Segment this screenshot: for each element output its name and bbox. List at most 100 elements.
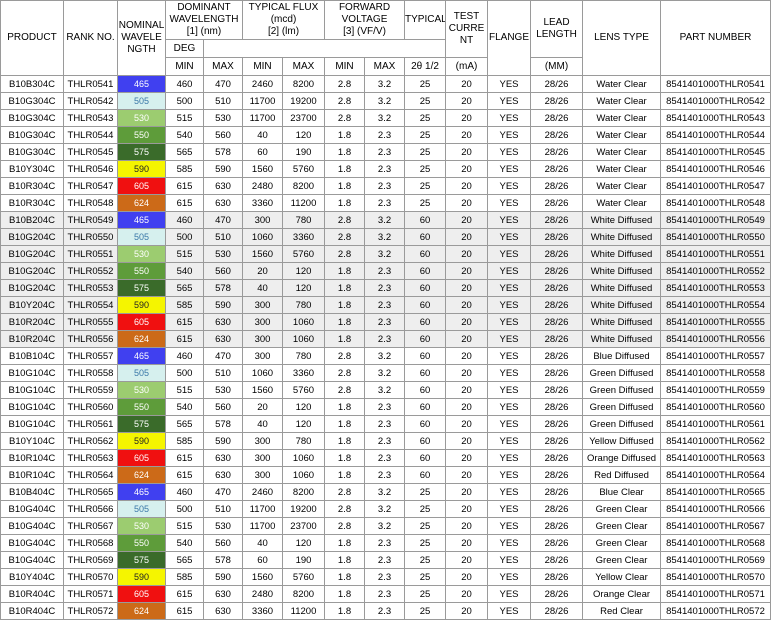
flange-cell: YES — [487, 432, 532, 450]
flux-min-cell: 300 — [242, 313, 283, 331]
angle-cell: 25 — [404, 75, 447, 93]
dominant-min-cell: 615 — [165, 585, 204, 603]
voltage-max-cell: 3.2 — [363, 517, 406, 535]
dominant-min-cell: 460 — [165, 347, 204, 365]
angle-cell: 25 — [404, 551, 447, 569]
current-cell: 20 — [445, 75, 489, 93]
product-cell: B10G304C — [0, 92, 64, 110]
lead-length-cell: 28/26 — [530, 194, 584, 212]
dominant-max-cell: 530 — [203, 381, 243, 399]
product-cell: B10R104C — [0, 449, 64, 467]
flux-max-cell: 5760 — [282, 245, 325, 263]
part-number-cell: 8541401000THLR0558 — [660, 364, 771, 382]
flux-min-cell: 1560 — [242, 245, 283, 263]
flange-cell: YES — [487, 211, 532, 229]
part-number-header: PART NUMBER — [660, 0, 771, 76]
flange-cell: YES — [487, 517, 532, 535]
lead-length-cell: 28/26 — [530, 347, 584, 365]
table-row: B10G304C THLR0545 575 565 578 60 190 1.8 2.3 25 20… — [0, 143, 771, 161]
voltage-min-cell: 2.8 — [324, 228, 365, 246]
flux-max-cell: 1060 — [282, 466, 325, 484]
rank-cell: THLR0567 — [63, 517, 118, 535]
part-number-cell: 8541401000THLR0571 — [660, 585, 771, 603]
lens-type-cell: White Diffused — [582, 330, 662, 348]
product-cell: B10G304C — [0, 109, 64, 127]
lead-length-cell: 28/26 — [530, 279, 584, 297]
voltage-min-cell: 1.8 — [324, 279, 365, 297]
lead-length-cell: 28/26 — [530, 398, 584, 416]
voltage-max-cell: 2.3 — [363, 415, 406, 433]
voltage-max-cell: 2.3 — [363, 602, 406, 620]
table-row: B10R304C THLR0548 624 615 630 3360 11200 1.8 2.3… — [0, 194, 771, 212]
voltage-max-cell: 2.3 — [363, 466, 406, 484]
wavelength-swatch: 590 — [117, 568, 166, 586]
dominant-min-cell: 460 — [165, 483, 204, 501]
table-row: B10B304C THLR0541 465 460 470 2460 8200 2.8 3.2 2… — [0, 75, 771, 93]
flux-min-cell: 1560 — [242, 160, 283, 178]
flux-max-cell: 3360 — [282, 364, 325, 382]
angle-cell: 60 — [404, 330, 447, 348]
flux-min-cell: 2480 — [242, 177, 283, 195]
flux-min-cell: 300 — [242, 347, 283, 365]
current-cell: 20 — [445, 177, 489, 195]
part-number-cell: 8541401000THLR0557 — [660, 347, 771, 365]
flux-min-cell: 40 — [242, 126, 283, 144]
typical-angle-symbol: 2θ 1/2 — [404, 57, 447, 76]
angle-cell: 25 — [404, 160, 447, 178]
lens-type-cell: Green Diffused — [582, 398, 662, 416]
table-row: B10G404C THLR0569 575 565 578 60 190 1.8 2.3 25 20… — [0, 551, 771, 569]
wavelength-swatch: 624 — [117, 602, 166, 620]
flux-max-cell: 11200 — [282, 194, 325, 212]
lead-length-cell: 28/26 — [530, 534, 584, 552]
wavelength-swatch: 465 — [117, 347, 166, 365]
voltage-max-cell: 2.3 — [363, 126, 406, 144]
part-number-cell: 8541401000THLR0567 — [660, 517, 771, 535]
part-number-cell: 8541401000THLR0562 — [660, 432, 771, 450]
flux-max-cell: 780 — [282, 296, 325, 314]
voltage-min-cell: 1.8 — [324, 313, 365, 331]
dominant-min-cell: 515 — [165, 517, 204, 535]
lead-length-cell: 28/26 — [530, 228, 584, 246]
voltage-max-cell: 3.2 — [363, 347, 406, 365]
table-row: B10G204C THLR0553 575 565 578 40 120 1.8 2.3 60 20… — [0, 279, 771, 297]
current-cell: 20 — [445, 262, 489, 280]
voltage-min-cell: 1.8 — [324, 143, 365, 161]
rank-cell: THLR0548 — [63, 194, 118, 212]
rank-cell: THLR0559 — [63, 381, 118, 399]
dominant-max-cell: 578 — [203, 279, 243, 297]
angle-cell: 25 — [404, 143, 447, 161]
flux-max-cell: 1060 — [282, 330, 325, 348]
voltage-max-cell: 2.3 — [363, 194, 406, 212]
flange-cell: YES — [487, 160, 532, 178]
voltage-max-cell: 2.3 — [363, 585, 406, 603]
current-cell: 20 — [445, 585, 489, 603]
current-cell: 20 — [445, 602, 489, 620]
product-cell: B10G204C — [0, 228, 64, 246]
flux-max-cell: 780 — [282, 211, 325, 229]
rank-cell: THLR0565 — [63, 483, 118, 501]
product-cell: B10G204C — [0, 245, 64, 263]
lens-type-cell: White Diffused — [582, 228, 662, 246]
voltage-min-cell: 2.8 — [324, 381, 365, 399]
product-header: PRODUCT — [0, 0, 64, 76]
dominant-min-cell: 615 — [165, 449, 204, 467]
table-row: B10R304C THLR0547 605 615 630 2480 8200 1.8 2.3 2… — [0, 177, 771, 195]
dominant-min-cell: 615 — [165, 313, 204, 331]
dominant-max-cell: 630 — [203, 313, 243, 331]
rank-cell: THLR0543 — [63, 109, 118, 127]
flux-max-header: MAX — [282, 57, 325, 76]
table-row: B10R204C THLR0556 624 615 630 300 1060 1.8 2.3 60… — [0, 330, 771, 348]
lens-type-cell: Green Clear — [582, 534, 662, 552]
rank-cell: THLR0564 — [63, 466, 118, 484]
lens-type-cell: Yellow Diffused — [582, 432, 662, 450]
product-cell: B10G104C — [0, 381, 64, 399]
wavelength-swatch: 530 — [117, 245, 166, 263]
table-row: B10G204C THLR0551 530 515 530 1560 5760 2.8 3.2 6… — [0, 245, 771, 263]
product-cell: B10R204C — [0, 330, 64, 348]
dominant-max-cell: 510 — [203, 228, 243, 246]
flange-cell: YES — [487, 466, 532, 484]
angle-cell: 60 — [404, 415, 447, 433]
flux-max-cell: 120 — [282, 262, 325, 280]
flux-max-cell: 23700 — [282, 109, 325, 127]
angle-cell: 25 — [404, 534, 447, 552]
